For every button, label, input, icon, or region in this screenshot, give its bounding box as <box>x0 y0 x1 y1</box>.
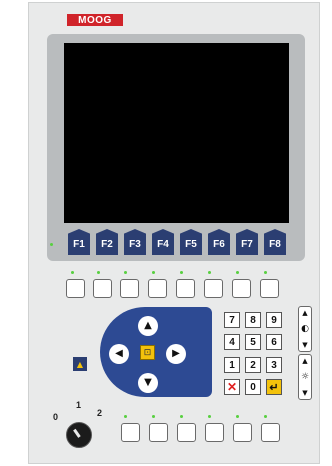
contrast-icon: ◐ <box>301 324 309 334</box>
contrast-up-icon: ▲ <box>302 309 308 317</box>
f7-key[interactable]: F7 <box>236 229 258 255</box>
f6-key[interactable]: F6 <box>208 229 230 255</box>
softkey-led-1 <box>71 271 74 274</box>
arrow-down-icon[interactable]: ▼ <box>138 373 158 393</box>
clear-key-icon[interactable]: ✕ <box>224 379 240 395</box>
f5-key[interactable]: F5 <box>180 229 202 255</box>
softkey-led-6 <box>208 271 211 274</box>
brightness-down-icon: ▼ <box>302 389 308 397</box>
switch-position-0: 0 <box>53 412 59 422</box>
key-3[interactable]: 3 <box>266 357 282 373</box>
lower-softkey-led-3 <box>180 415 183 418</box>
arrow-left-icon[interactable]: ◀ <box>109 344 129 364</box>
f2-key[interactable]: F2 <box>96 229 118 255</box>
key-8[interactable]: 8 <box>245 312 261 328</box>
lower-softkey-button-3[interactable] <box>177 423 196 442</box>
f1-key[interactable]: F1 <box>68 229 90 255</box>
lower-softkey-button-1[interactable] <box>121 423 140 442</box>
lower-softkey-button-6[interactable] <box>261 423 280 442</box>
key-4[interactable]: 4 <box>224 334 240 350</box>
lower-softkey-button-4[interactable] <box>205 423 224 442</box>
key-7[interactable]: 7 <box>224 312 240 328</box>
arrow-right-icon[interactable]: ▶ <box>166 344 186 364</box>
lower-softkey-button-2[interactable] <box>149 423 168 442</box>
softkey-button-7[interactable] <box>232 279 251 298</box>
softkey-button-2[interactable] <box>93 279 112 298</box>
contrast-rocker[interactable]: ▲ ◐ ▼ <box>298 306 312 352</box>
softkey-led-5 <box>180 271 183 274</box>
arrow-up-icon[interactable]: ▲ <box>138 316 158 336</box>
softkey-led-4 <box>152 271 155 274</box>
enter-key-icon[interactable]: ↵ <box>266 379 282 395</box>
switch-position-2: 2 <box>97 408 103 418</box>
f8-key[interactable]: F8 <box>264 229 286 255</box>
f3-key[interactable]: F3 <box>124 229 146 255</box>
key-1[interactable]: 1 <box>224 357 240 373</box>
softkey-button-6[interactable] <box>204 279 223 298</box>
lcd-screen <box>64 43 289 223</box>
lower-softkey-led-6 <box>264 415 267 418</box>
lower-softkey-led-4 <box>208 415 211 418</box>
status-led <box>50 243 53 246</box>
softkey-led-7 <box>236 271 239 274</box>
brightness-up-icon: ▲ <box>302 357 308 365</box>
brightness-icon: ☼ <box>300 372 310 382</box>
key-9[interactable]: 9 <box>266 312 282 328</box>
lower-softkey-led-1 <box>124 415 127 418</box>
softkey-button-3[interactable] <box>120 279 139 298</box>
moog-logo: MOOG <box>67 14 123 26</box>
alarm-key-icon[interactable]: ▲ <box>73 357 87 371</box>
select-center-button[interactable]: ⊡ <box>140 345 155 360</box>
softkey-led-2 <box>97 271 100 274</box>
softkey-button-4[interactable] <box>148 279 167 298</box>
softkey-button-5[interactable] <box>176 279 195 298</box>
brightness-rocker[interactable]: ▲ ☼ ▼ <box>298 354 312 400</box>
lower-softkey-button-5[interactable] <box>233 423 252 442</box>
key-5[interactable]: 5 <box>245 334 261 350</box>
softkey-led-8 <box>264 271 267 274</box>
lower-softkey-led-5 <box>236 415 239 418</box>
lower-softkey-led-2 <box>152 415 155 418</box>
contrast-down-icon: ▼ <box>302 341 308 349</box>
softkey-button-8[interactable] <box>260 279 279 298</box>
softkey-button-1[interactable] <box>66 279 85 298</box>
key-0[interactable]: 0 <box>245 379 261 395</box>
switch-position-1: 1 <box>76 400 82 410</box>
key-6[interactable]: 6 <box>266 334 282 350</box>
key-2[interactable]: 2 <box>245 357 261 373</box>
softkey-led-3 <box>124 271 127 274</box>
f4-key[interactable]: F4 <box>152 229 174 255</box>
